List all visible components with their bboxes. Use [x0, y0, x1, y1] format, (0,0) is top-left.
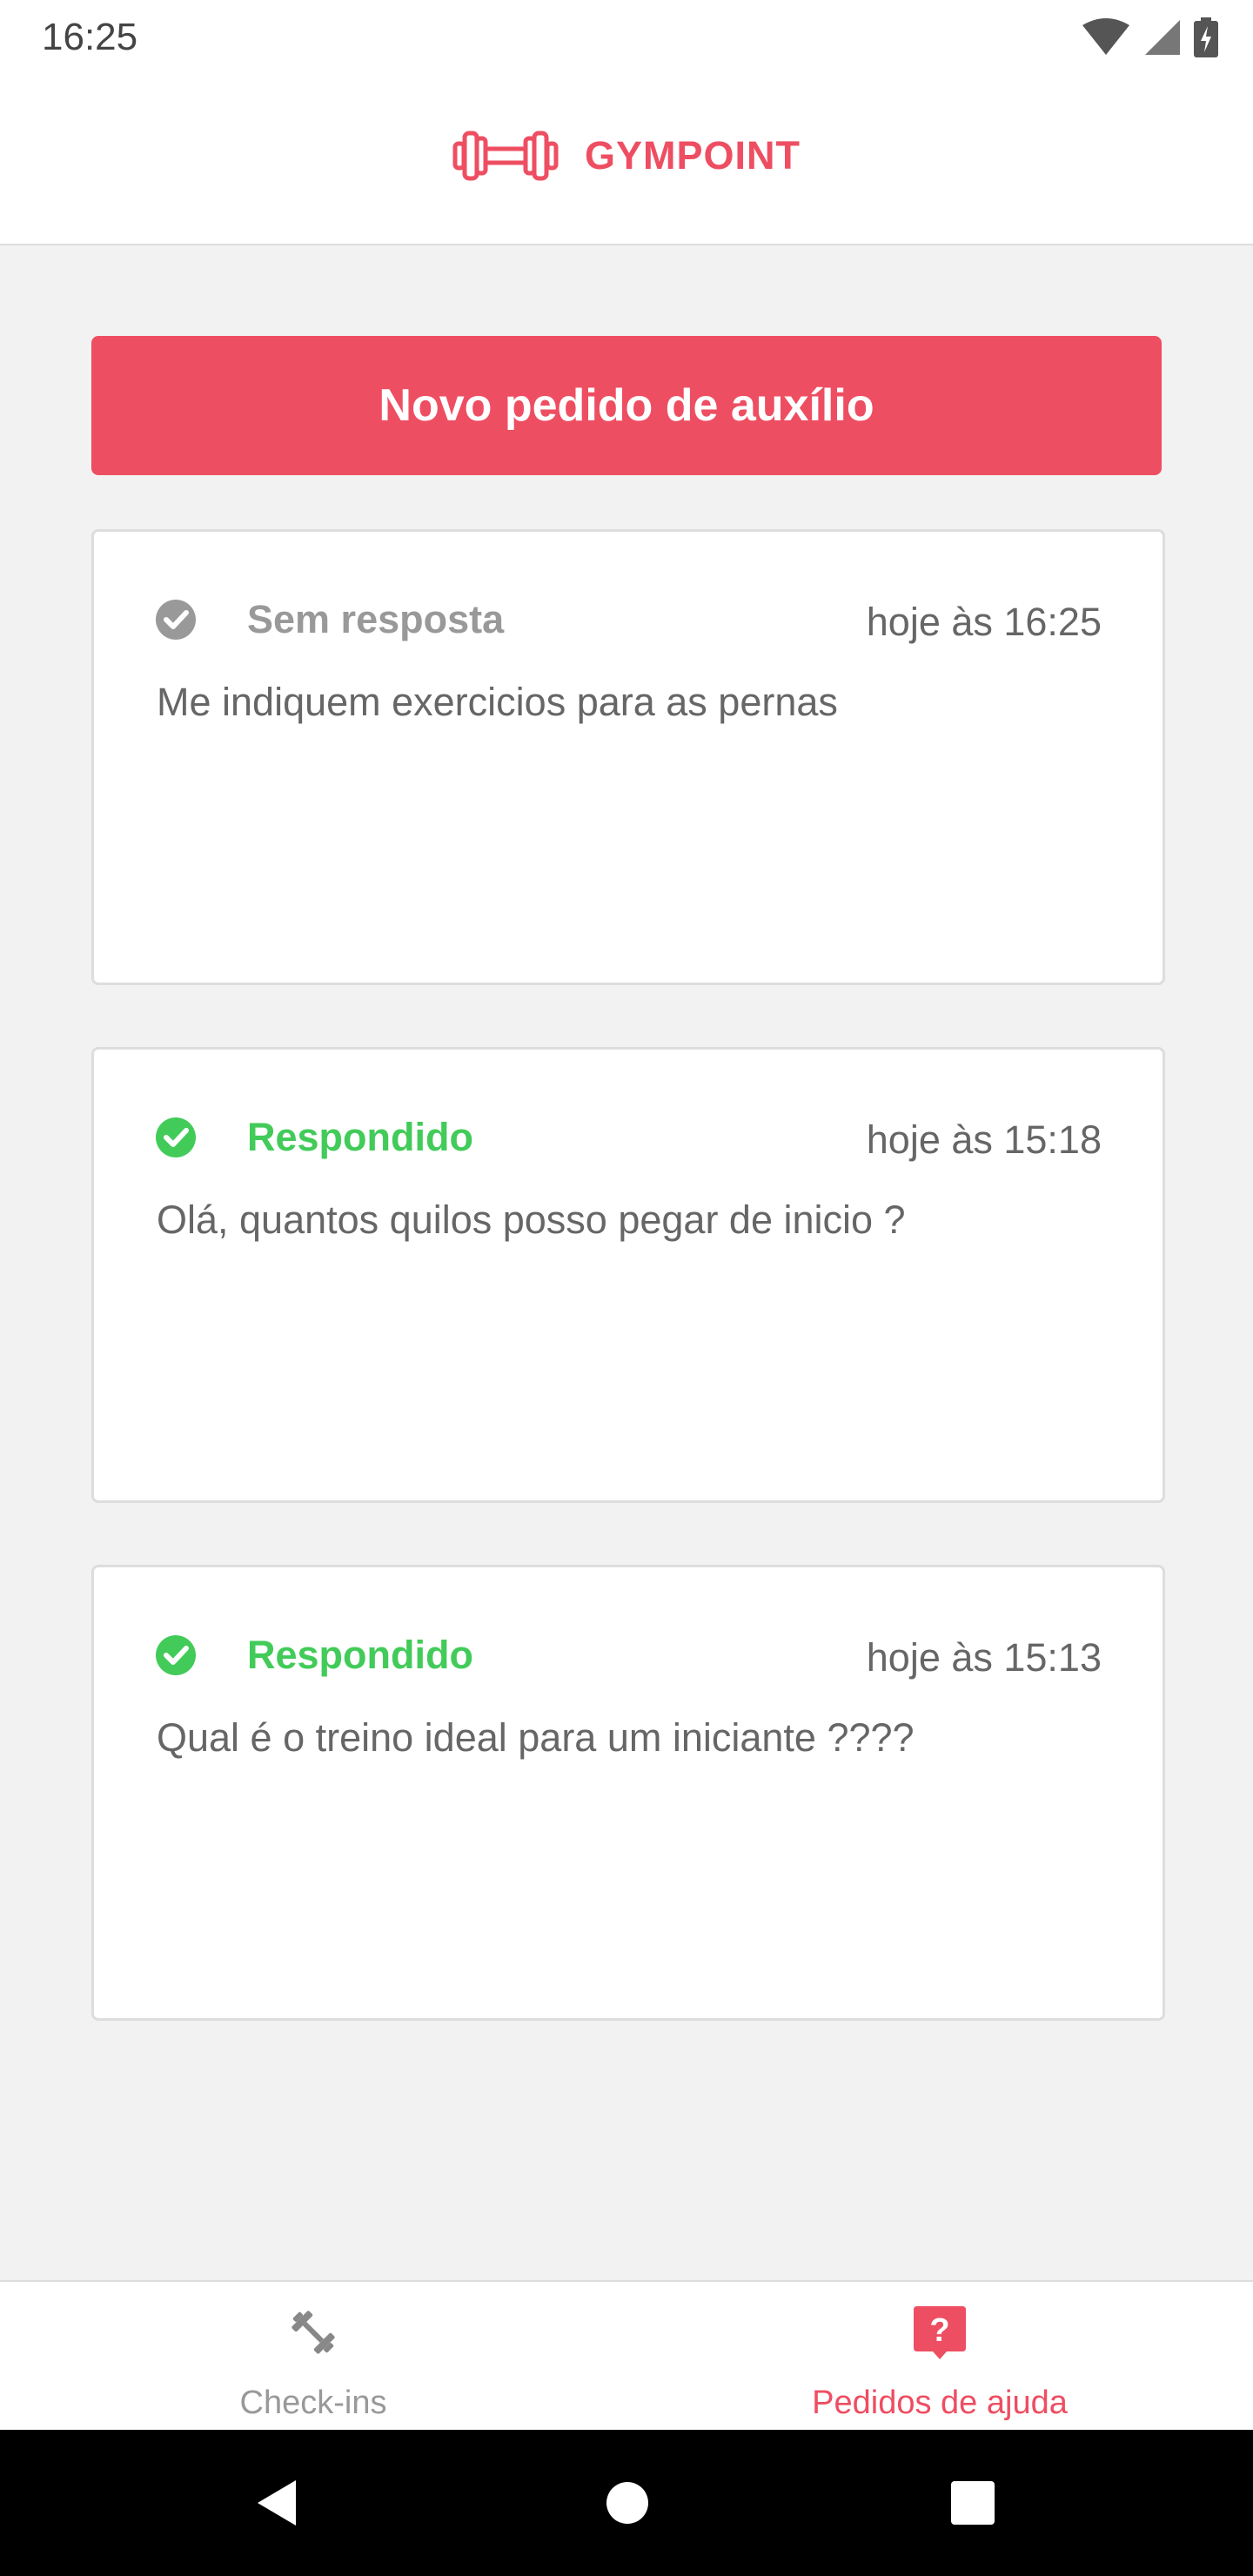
- request-status: Sem resposta: [155, 597, 504, 642]
- status-label: Respondido: [247, 1115, 473, 1159]
- home-icon[interactable]: [606, 2481, 649, 2525]
- request-question: Me indiquem exercicios para as pernas: [157, 680, 838, 724]
- tab-check-ins[interactable]: Check-ins: [0, 2282, 626, 2432]
- help-requests-screen: Novo pedido de auxílio Sem resposta hoje…: [0, 245, 1253, 2280]
- help-request-card[interactable]: Sem resposta hoje às 16:25 Me indiquem e…: [91, 529, 1165, 985]
- tab-label: Check-ins: [239, 2385, 387, 2421]
- recents-icon[interactable]: [950, 2480, 995, 2526]
- request-time: hoje às 16:25: [866, 600, 1102, 644]
- tab-help-requests[interactable]: ? Pedidos de ajuda: [626, 2282, 1253, 2432]
- tab-label: Pedidos de ajuda: [812, 2385, 1068, 2421]
- new-help-request-button[interactable]: Novo pedido de auxílio: [91, 336, 1162, 475]
- help-bubble-icon: ?: [914, 2306, 966, 2359]
- help-request-card[interactable]: Respondido hoje às 15:18 Olá, quantos qu…: [91, 1047, 1165, 1503]
- wifi-icon: [1082, 18, 1129, 55]
- dumbbell-icon: [452, 131, 559, 181]
- bottom-tab-bar: Check-ins ? Pedidos de ajuda: [0, 2280, 1253, 2432]
- app-header: GYMPOINT: [0, 75, 1253, 245]
- signal-icon: [1145, 20, 1180, 55]
- status-label: Respondido: [247, 1633, 473, 1677]
- brand-name: GYMPOINT: [584, 133, 801, 178]
- request-status: Respondido: [155, 1115, 473, 1160]
- request-question: Olá, quantos quilos posso pegar de inici…: [157, 1197, 906, 1242]
- check-circle-icon: [155, 1634, 197, 1676]
- status-label: Sem resposta: [247, 597, 505, 641]
- check-circle-icon: [155, 1117, 197, 1158]
- svg-text:?: ?: [929, 2312, 949, 2349]
- status-bar: 16:25: [0, 0, 1253, 75]
- back-icon[interactable]: [254, 2479, 298, 2527]
- check-circle-icon: [155, 599, 197, 641]
- request-question: Qual é o treino ideal para um iniciante …: [157, 1715, 915, 1760]
- battery-icon: [1194, 17, 1218, 57]
- help-request-card[interactable]: Respondido hoje às 15:13 Qual é o treino…: [91, 1565, 1165, 2021]
- request-time: hoje às 15:18: [866, 1117, 1102, 1162]
- status-icons: [1081, 17, 1218, 57]
- status-time: 16:25: [42, 16, 138, 58]
- dumbbell-icon: [291, 2311, 335, 2354]
- request-time: hoje às 15:13: [866, 1635, 1102, 1680]
- request-status: Respondido: [155, 1633, 473, 1678]
- system-navigation-bar: [0, 2430, 1253, 2576]
- logo: GYMPOINT: [452, 128, 801, 184]
